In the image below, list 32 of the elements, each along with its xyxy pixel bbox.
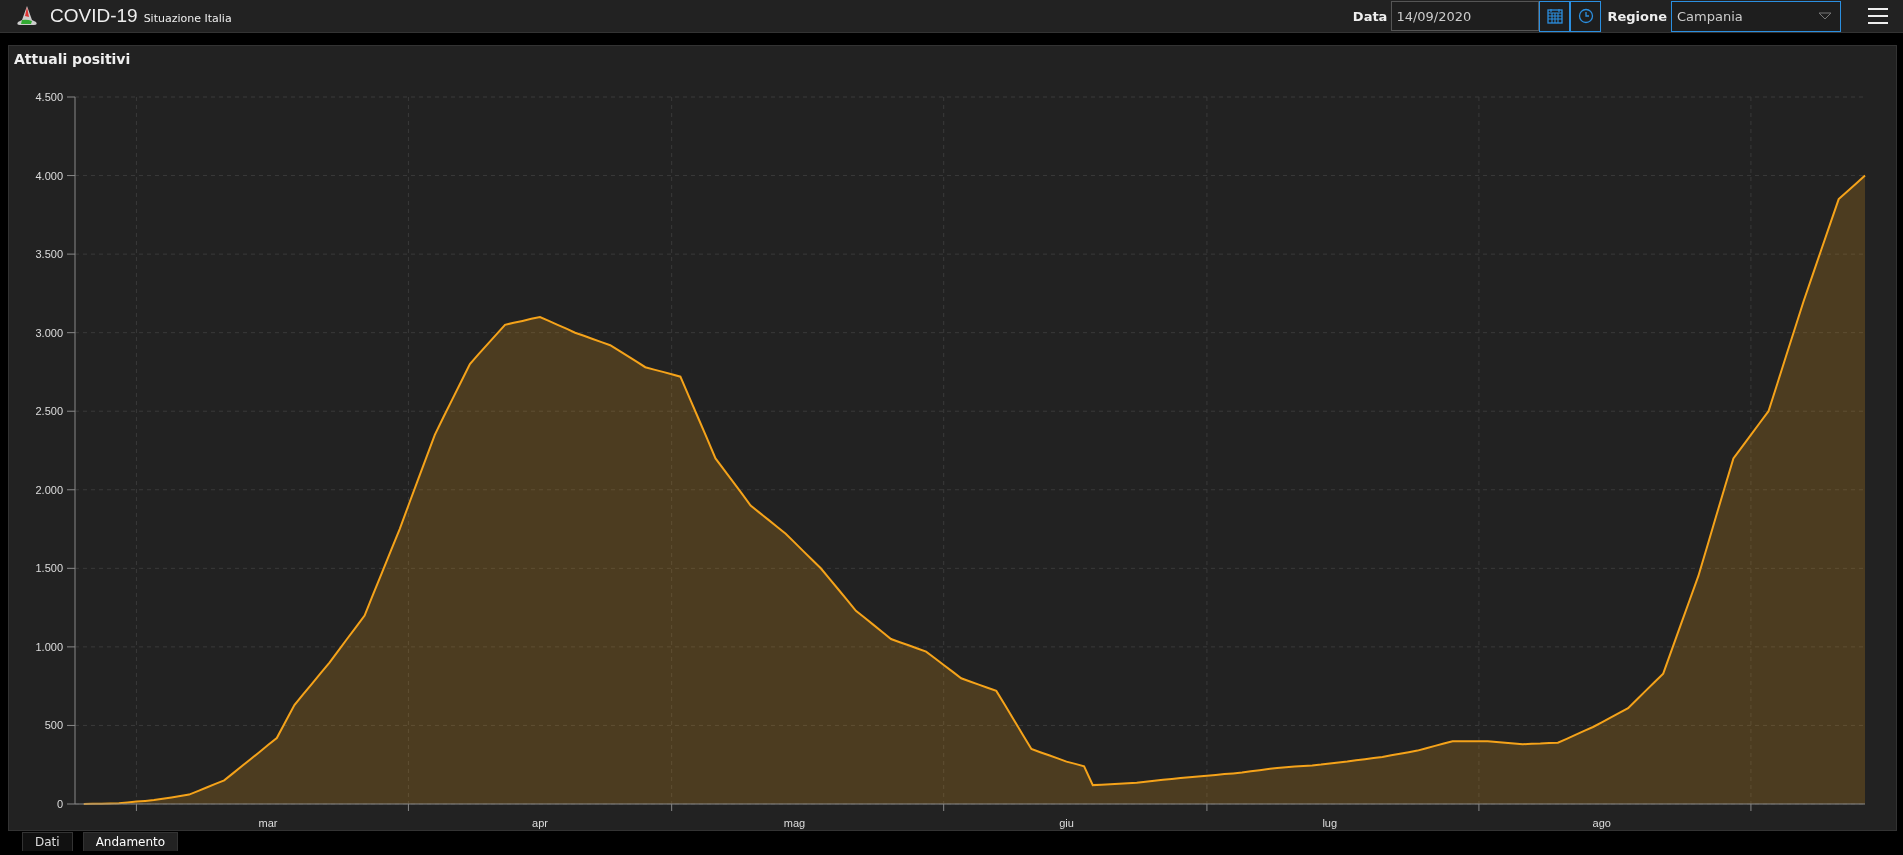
app-subtitle: Situazione Italia [143,11,232,25]
clock-icon [1577,8,1594,24]
tab[interactable]: Andamento [82,832,179,851]
x-tick-label: giu [1059,817,1074,829]
tab[interactable]: Dati [22,832,73,851]
caret-icon [1818,12,1832,20]
y-tick-label: 1.500 [35,562,63,575]
x-tick-label: ago [1592,817,1611,829]
y-tick-label: 2.000 [35,483,63,496]
y-tick-label: 500 [44,719,63,732]
y-tick-label: 4.500 [35,91,63,103]
calendar-icon [1546,8,1563,24]
y-tick-label: 2.500 [35,405,63,418]
app-title: COVID-19 [50,5,138,27]
menu-icon [1867,7,1889,25]
y-tick-label: 4.000 [35,169,63,182]
x-tick-label: mar [258,817,278,829]
region-label: Regione [1607,8,1667,24]
y-tick-label: 3.000 [35,326,63,339]
y-tick-label: 0 [56,798,63,810]
x-tick-label: mag [783,817,806,829]
y-tick-label: 3.500 [35,248,63,261]
panel-title: Attuali positivi [13,50,132,69]
date-label: Data [1352,8,1388,24]
date-field[interactable]: 14/09/2020 [1391,1,1540,31]
x-tick-label: lug [1322,817,1338,829]
calendar-button[interactable] [1539,0,1571,32]
x-tick-label: apr [532,817,548,829]
logo-icon [14,4,40,28]
region-select[interactable]: Campania [1671,0,1841,32]
clock-button[interactable] [1570,0,1602,32]
y-tick-label: 1.000 [35,640,63,653]
